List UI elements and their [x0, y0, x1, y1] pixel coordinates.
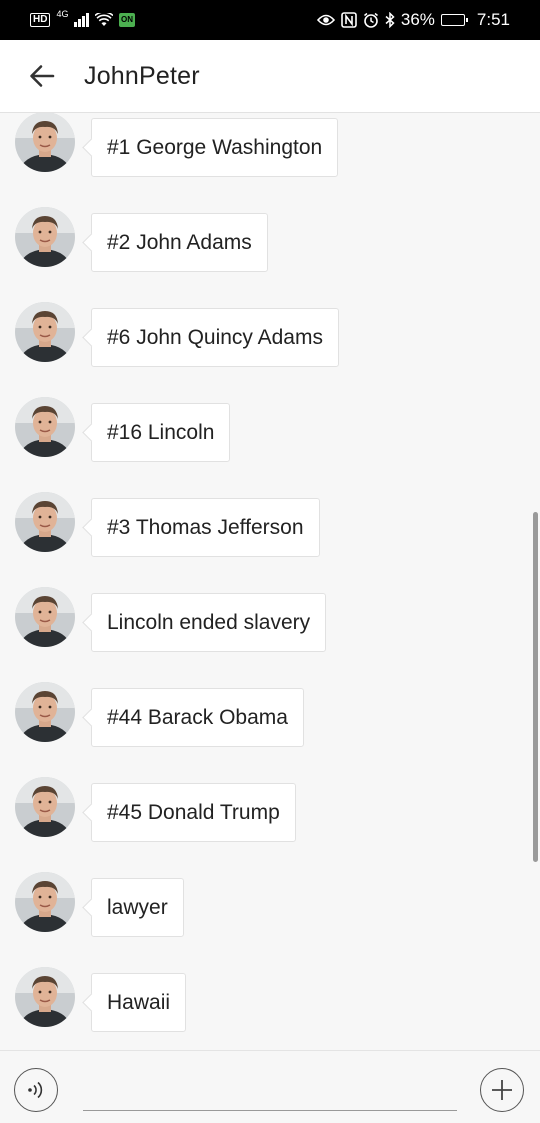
chat-title: JohnPeter	[84, 61, 200, 90]
message-row: #44 Barack Obama	[0, 682, 540, 777]
message-bubble[interactable]: #2 John Adams	[91, 213, 268, 272]
message-input[interactable]	[83, 1071, 457, 1111]
hd-icon: HD	[30, 13, 51, 27]
message-row: #3 Thomas Jefferson	[0, 492, 540, 587]
eye-icon	[316, 14, 335, 26]
voice-button[interactable]	[14, 1068, 58, 1112]
message-row: Hawaii	[0, 967, 540, 1050]
battery-icon	[440, 14, 468, 26]
signal-icon	[74, 13, 89, 27]
avatar[interactable]	[15, 492, 75, 552]
nfc-icon	[341, 12, 357, 28]
message-bubble[interactable]: lawyer	[91, 878, 184, 937]
status-bar: HD 4G ON 36% 7:51	[0, 0, 540, 40]
status-left: HD 4G ON	[30, 9, 135, 27]
message-bubble[interactable]: Hawaii	[91, 973, 187, 1032]
network-type: 4G	[56, 9, 69, 19]
message-row: lawyer	[0, 872, 540, 967]
avatar[interactable]	[15, 302, 75, 362]
message-row: #45 Donald Trump	[0, 777, 540, 872]
avatar[interactable]	[15, 207, 75, 267]
status-right: 36% 7:51	[316, 10, 510, 30]
message-row: #2 John Adams	[0, 207, 540, 302]
message-bubble[interactable]: #3 Thomas Jefferson	[91, 498, 320, 557]
avatar[interactable]	[15, 777, 75, 837]
input-bar	[0, 1050, 540, 1123]
message-row: #1 George Washington	[0, 113, 540, 207]
add-button[interactable]	[480, 1068, 524, 1112]
bluetooth-icon	[385, 12, 395, 28]
avatar[interactable]	[15, 682, 75, 742]
message-row: Lincoln ended slavery	[0, 587, 540, 682]
voice-icon	[28, 1081, 43, 1099]
message-bubble[interactable]: #44 Barack Obama	[91, 688, 304, 747]
alarm-icon	[363, 12, 378, 28]
message-row: #6 John Quincy Adams	[0, 302, 540, 397]
avatar[interactable]	[15, 587, 75, 647]
avatar[interactable]	[15, 397, 75, 457]
arrow-left-icon	[30, 65, 55, 87]
clock: 7:51	[476, 10, 510, 29]
avatar[interactable]	[15, 113, 75, 172]
battery-percent: 36%	[400, 10, 435, 29]
message-bubble[interactable]: #45 Donald Trump	[91, 783, 296, 842]
back-button[interactable]	[0, 40, 84, 112]
message-row: #16 Lincoln	[0, 397, 540, 492]
avatar[interactable]	[15, 872, 75, 932]
message-bubble[interactable]: #16 Lincoln	[91, 403, 231, 462]
message-list[interactable]: #1 George Washington #2 John Adams #6 Jo…	[0, 113, 540, 1050]
sim-icon: ON	[118, 13, 135, 27]
message-bubble[interactable]: #6 John Quincy Adams	[91, 308, 339, 367]
avatar[interactable]	[15, 967, 75, 1027]
plus-icon	[492, 1080, 512, 1100]
message-bubble[interactable]: #1 George Washington	[91, 118, 339, 177]
chat-header: JohnPeter	[0, 40, 540, 113]
message-bubble[interactable]: Lincoln ended slavery	[91, 593, 327, 652]
wifi-icon	[94, 13, 113, 26]
